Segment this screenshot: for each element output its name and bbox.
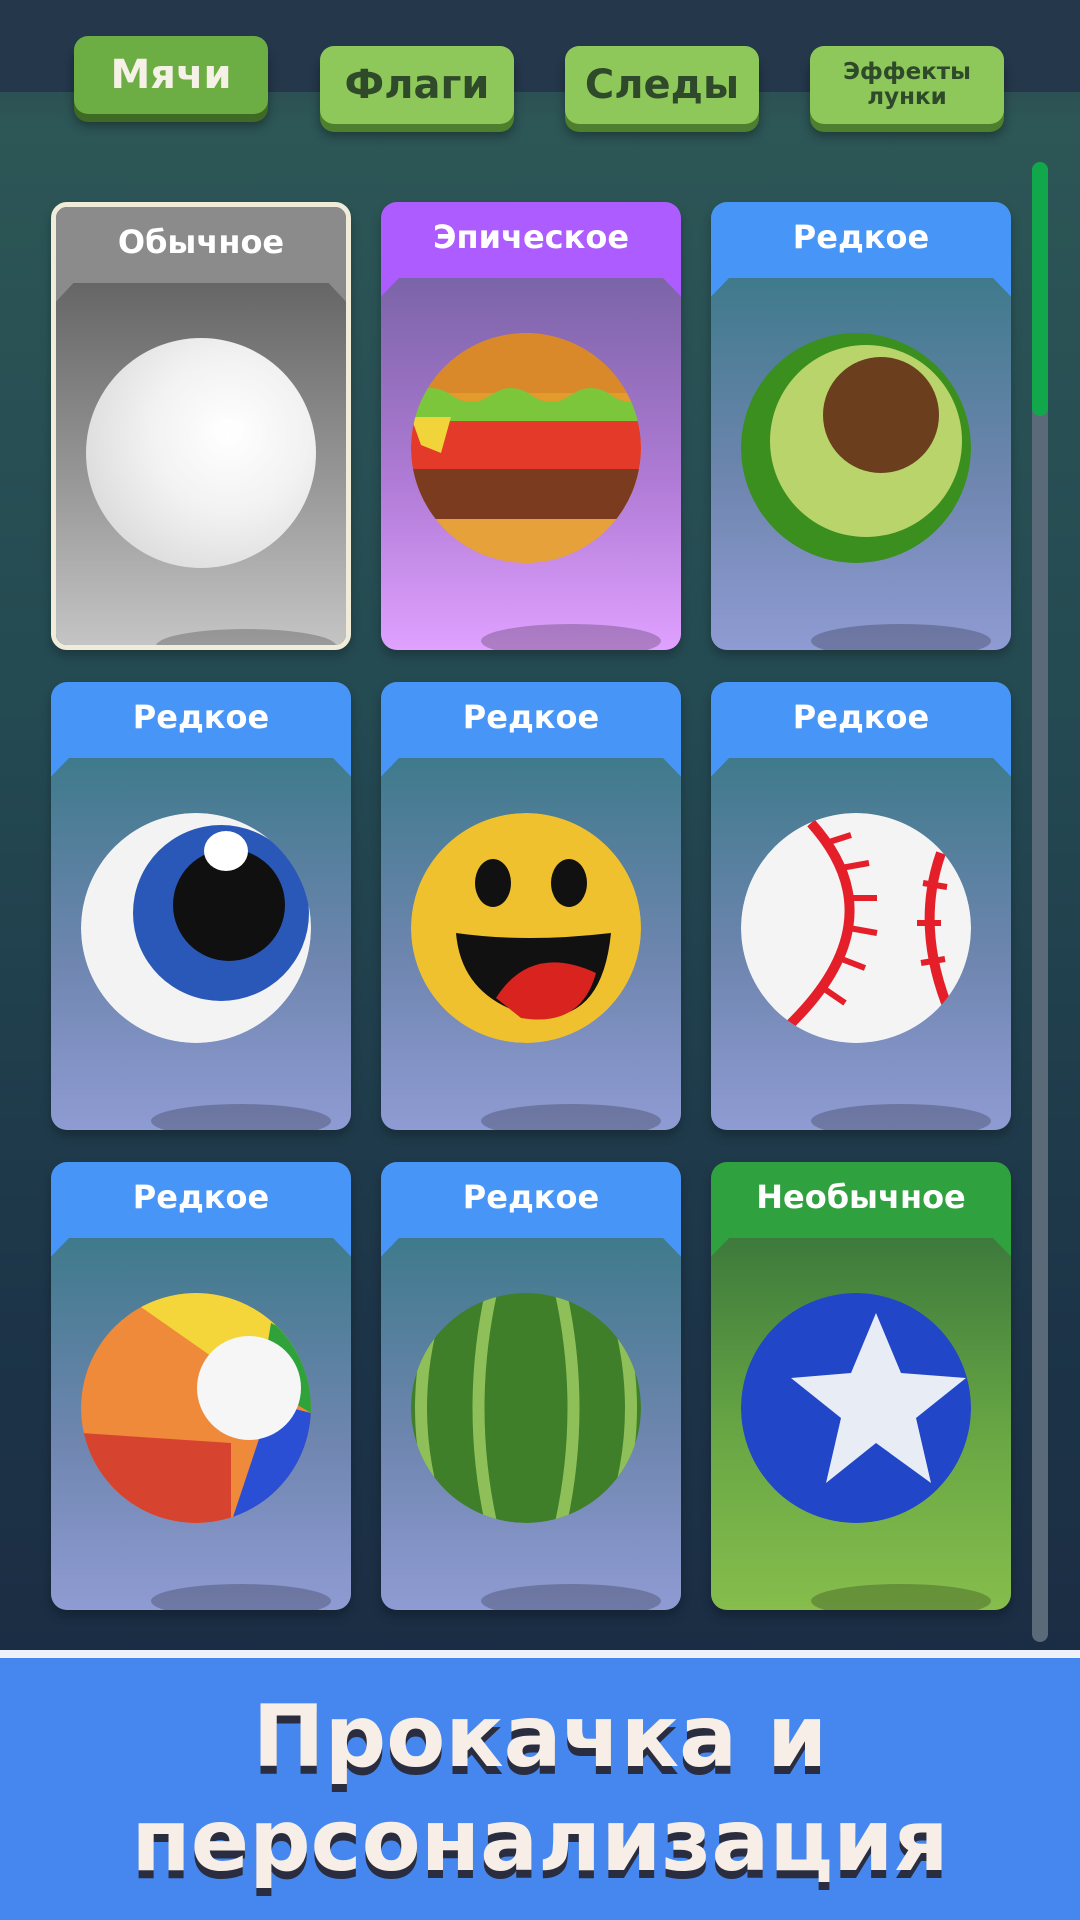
card-body <box>711 278 1011 650</box>
ball-shadow <box>156 629 336 645</box>
beach-ball-icon <box>81 1293 311 1523</box>
ball-card-star[interactable]: Необычное <box>711 1162 1011 1610</box>
card-body <box>56 283 346 645</box>
ball-card-white[interactable]: Обычное <box>51 202 351 650</box>
tab-flags[interactable]: Флаги <box>320 46 514 124</box>
tab-hole-effects[interactable]: Эффекты лунки <box>810 46 1004 124</box>
ball-card-avocado[interactable]: Редкое <box>711 202 1011 650</box>
card-body <box>711 1238 1011 1610</box>
ball-card-beach[interactable]: Редкое <box>51 1162 351 1610</box>
ball-shadow <box>151 1104 331 1130</box>
ball-card-baseball[interactable]: Редкое <box>711 682 1011 1130</box>
card-body <box>711 758 1011 1130</box>
smiley-ball-icon <box>411 813 641 1043</box>
card-body <box>51 1238 351 1610</box>
white-ball-icon <box>86 338 316 568</box>
burger-ball-icon <box>411 333 641 563</box>
scrollbar[interactable] <box>1032 162 1048 1642</box>
tab-trails[interactable]: Следы <box>565 46 759 124</box>
ball-card-watermelon[interactable]: Редкое <box>381 1162 681 1610</box>
baseball-ball-icon <box>741 813 971 1043</box>
ball-card-eye[interactable]: Редкое <box>51 682 351 1130</box>
ball-shadow <box>811 1584 991 1610</box>
ball-shadow <box>151 1584 331 1610</box>
ball-shadow <box>481 1104 661 1130</box>
promo-banner: Прокачка и персонализация <box>0 1650 1080 1920</box>
card-body <box>381 278 681 650</box>
eye-ball-icon <box>81 813 311 1043</box>
card-body <box>381 758 681 1130</box>
ball-shadow <box>811 1104 991 1130</box>
ball-shadow <box>481 1584 661 1610</box>
ball-shadow <box>811 624 991 650</box>
card-body <box>381 1238 681 1610</box>
watermelon-ball-icon <box>411 1293 641 1523</box>
star-ball-icon <box>741 1293 971 1523</box>
ball-card-smiley[interactable]: Редкое <box>381 682 681 1130</box>
card-body <box>51 758 351 1130</box>
ball-shadow <box>481 624 661 650</box>
banner-title: Прокачка и персонализация <box>131 1687 949 1891</box>
ball-card-burger[interactable]: Эпическое <box>381 202 681 650</box>
scrollbar-thumb[interactable] <box>1032 162 1048 416</box>
avocado-ball-icon <box>741 333 971 563</box>
tab-balls[interactable]: Мячи <box>74 36 268 114</box>
